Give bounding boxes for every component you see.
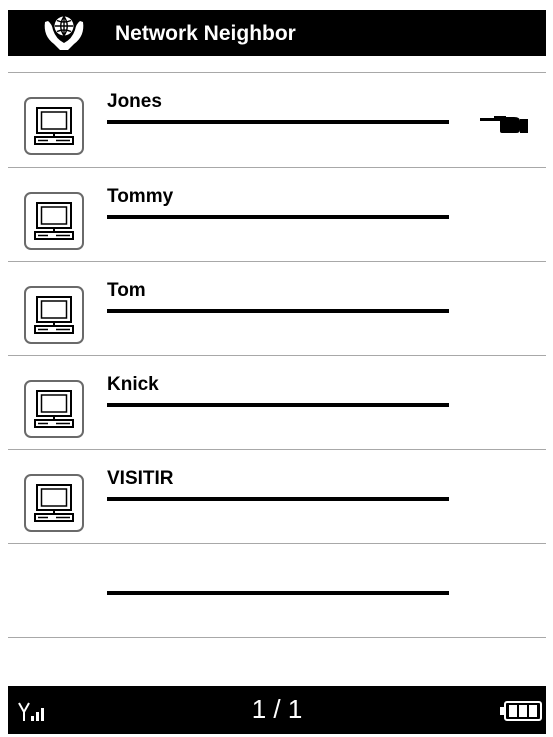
- name-underline: [107, 497, 449, 501]
- page-indicator: 1 / 1: [251, 694, 303, 724]
- battery-icon: [500, 701, 542, 721]
- name-underline: [107, 120, 449, 124]
- computer-icon: [24, 192, 84, 250]
- computer-icon: [24, 286, 84, 344]
- device-name: Tom: [107, 280, 146, 301]
- title-bar: Network Neighbor: [8, 10, 546, 56]
- device-name: Knick: [107, 374, 159, 395]
- computer-icon: [24, 474, 84, 532]
- device-name: Tommy: [107, 186, 174, 207]
- divider: [8, 637, 546, 638]
- name-underline: [107, 591, 449, 595]
- device-row-knick[interactable]: Knick: [8, 356, 546, 450]
- name-underline: [107, 403, 449, 407]
- name-underline: [107, 215, 449, 219]
- name-underline: [107, 309, 449, 313]
- device-name: Jones: [107, 91, 162, 112]
- status-bar: 1 / 1: [8, 686, 546, 734]
- page-title: Network Neighbor: [115, 22, 296, 45]
- computer-icon: [24, 380, 84, 438]
- device-row-visitir[interactable]: VISITIR: [8, 450, 546, 544]
- empty-row[interactable]: [8, 544, 546, 638]
- device-name: VISITIR: [107, 468, 174, 489]
- device-row-tom[interactable]: Tom: [8, 262, 546, 356]
- computer-icon: [24, 97, 84, 155]
- globe-hands-icon: [44, 16, 84, 50]
- device-row-tommy[interactable]: Tommy: [8, 168, 546, 262]
- pointing-hand-icon: [480, 116, 528, 133]
- device-row-jones[interactable]: Jones: [8, 73, 546, 167]
